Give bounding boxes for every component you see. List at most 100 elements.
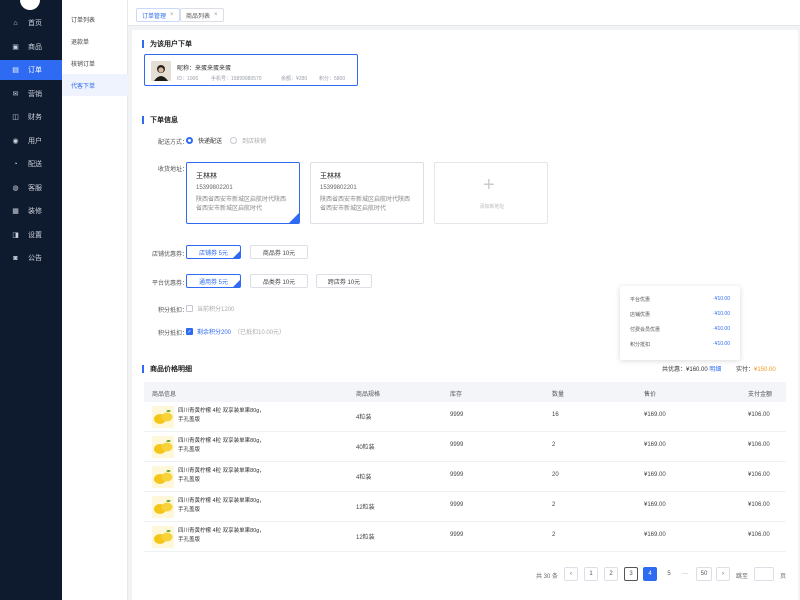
sidebar-item-7[interactable]: ◍ 客服 (0, 178, 62, 198)
submenu-item-verify[interactable]: 核销订单 (62, 52, 128, 74)
cell-spec: 4粒装 (356, 415, 372, 421)
radio-pickup[interactable]: 到店核销 (230, 136, 266, 145)
sidebar-item-1[interactable]: ▣ 商品 (0, 37, 62, 57)
settings-icon: ◨ (12, 231, 19, 239)
section-title-text: 为该用户下单 (150, 41, 192, 48)
points-checkbox[interactable]: 当前积分1200 (186, 304, 234, 313)
checkbox-hint: （已抵扣10.00元） (234, 330, 286, 336)
user-card[interactable]: 昵称：来蛋来蛋来蛋 ID：1006 手机号：15899980570 余额：¥28… (144, 54, 358, 86)
coupon-cross-store-10[interactable]: 跨店券 10元 (316, 274, 372, 288)
col-stock: 库存 (450, 392, 463, 398)
discount-detail-link[interactable]: 明细 (709, 367, 721, 373)
radio-dot (230, 137, 237, 144)
sidebar-item-5[interactable]: ◉ 用户 (0, 131, 62, 151)
section-title-order: 下单信息 (142, 115, 178, 125)
pagination-next[interactable]: › (716, 567, 730, 581)
home-icon: ⌂ (13, 19, 18, 27)
cell-pay: ¥106.00 (748, 412, 770, 418)
pagination-page-1[interactable]: 1 (584, 567, 598, 581)
pagination-ellipsis[interactable]: ··· (678, 567, 692, 581)
sidebar-item-label: 商品 (28, 43, 42, 51)
cell-price: ¥169.00 (644, 502, 666, 508)
coupon-goods-10[interactable]: 商品券 10元 (250, 245, 308, 259)
selected-corner-icon (233, 251, 240, 258)
address-card-2[interactable]: 王林林 15399802201 陕西省西安市新城区启航时代陕西 省西安市新城区启… (310, 162, 424, 224)
submenu: 订单列表 退款单 核销订单 代客下单 (62, 0, 128, 600)
points-pay-checkbox[interactable]: ✓ 剩余积分200 （已抵扣10.00元） (186, 327, 285, 336)
cell-pay: ¥106.00 (748, 532, 770, 538)
col-goods-info: 商品信息 (152, 392, 177, 398)
col-qty: 数量 (552, 392, 565, 398)
pagination-jump-input[interactable] (754, 567, 774, 581)
close-icon[interactable]: × (214, 12, 218, 18)
pagination-page-4[interactable]: 4 (643, 567, 657, 581)
app-root: ⌂ 首页 ▣ 商品 ▤ 订单 ✉ 营销 ◫ 财务 ◉ 用户 ◔ 配送 ◍ 客服 ▦ 装修 ◨ 设置 ◙ 公告 订单列表 退… (0, 0, 800, 600)
popover-row: 积分抵扣 -¥10.00 (630, 341, 730, 348)
sidebar-item-label: 设置 (28, 231, 42, 239)
address-line: 省西安市新城区启航时代 (196, 206, 263, 212)
selected-corner-icon (233, 280, 240, 287)
sidebar-item-3[interactable]: ✉ 营销 (0, 84, 62, 104)
address-name: 王林林 (196, 173, 217, 180)
table-row: 四川青黄柠檬 4粒 双享装单果80g， 手孔盖版 4粒装 9999 20 ¥169.00 ¥… (144, 462, 786, 492)
sidebar-item-9[interactable]: ◨ 设置 (0, 225, 62, 245)
submenu-item-proxy-order[interactable]: 代客下单 (62, 74, 128, 96)
product-name: 四川青黄柠檬 4粒 双享装单果80g， 手孔盖版 (178, 407, 298, 425)
add-address-button[interactable]: + 添加新地址 (434, 162, 548, 224)
coupon-general-5[interactable]: 通用券 5元 (186, 274, 241, 288)
cell-price: ¥169.00 (644, 472, 666, 478)
sidebar-item-label: 客服 (28, 184, 42, 192)
tab-goods-list[interactable]: 商品列表 × (180, 8, 224, 22)
delivery-icon: ◔ (13, 160, 18, 168)
col-spec: 商品规格 (356, 392, 381, 398)
section-title-text: 商品价格明细 (150, 366, 192, 373)
popover-key: 店铺优惠 (630, 312, 651, 318)
pagination-page-2[interactable]: 2 (604, 567, 618, 581)
cell-qty: 2 (552, 442, 556, 448)
submenu-item-order-list[interactable]: 订单列表 (62, 8, 128, 30)
cell-qty: 16 (552, 412, 559, 418)
address-card-1[interactable]: 王林林 15399802201 陕西省西安市新城区启航时代陕西 省西安市新城区启… (186, 162, 300, 224)
cell-stock: 9999 (450, 502, 464, 508)
product-name: 四川青黄柠檬 4粒 双享装单果80g， 手孔盖版 (178, 497, 298, 515)
store-coupon-label: 店铺优惠券： (151, 252, 188, 258)
finance-icon: ◫ (12, 114, 19, 121)
radio-express[interactable]: 快递配送 (186, 136, 222, 145)
sidebar-item-10[interactable]: ◙ 公告 (0, 248, 62, 268)
sidebar-item-6[interactable]: ◔ 配送 (0, 154, 62, 174)
sidebar-item-2[interactable]: ▤ 订单 (0, 60, 62, 80)
coupon-category-10[interactable]: 品类券 10元 (250, 274, 308, 288)
checkbox-label: 剩余积分200 (197, 330, 232, 336)
address-line: 陕西省西安市新城区启航时代陕西 (320, 197, 411, 203)
tab-order-manage[interactable]: 订单管理 × (136, 8, 180, 22)
check-icon: ✓ (186, 328, 193, 335)
cell-stock: 9999 (450, 442, 464, 448)
close-icon[interactable]: × (170, 12, 174, 18)
chip-label: 品类券 10元 (262, 279, 296, 286)
coupon-store-5[interactable]: 店铺券 5元 (186, 245, 241, 259)
address-line: 陕西省西安市新城区启航时代陕西 (196, 197, 287, 203)
pagination-page-last[interactable]: 50 (696, 567, 712, 581)
address-name: 王林林 (320, 173, 341, 180)
radio-dot (186, 137, 193, 144)
pagination-page-5[interactable]: 5 (662, 567, 676, 581)
sidebar-item-8[interactable]: ▦ 装修 (0, 201, 62, 221)
sidebar-item-4[interactable]: ◫ 财务 (0, 107, 62, 127)
sidebar-item-0[interactable]: ⌂ 首页 (0, 13, 62, 33)
product-name-line: 四川青黄柠檬 4粒 双享装单果80g， (178, 438, 265, 444)
paid-summary: 实付：¥150.00 (736, 364, 776, 373)
product-name-line: 手孔盖版 (178, 447, 201, 453)
submenu-item-refund[interactable]: 退款单 (62, 30, 128, 52)
tab-bar: 订单管理 × 商品列表 × (128, 0, 800, 26)
points-pay-label: 积分抵扣： (157, 331, 188, 337)
pagination-prev[interactable]: ‹ (564, 567, 578, 581)
sidebar: ⌂ 首页 ▣ 商品 ▤ 订单 ✉ 营销 ◫ 财务 ◉ 用户 ◔ 配送 ◍ 客服 ▦ 装修 ◨ 设置 ◙ 公告 (0, 0, 62, 600)
selected-corner-icon (289, 213, 299, 223)
popover-key: 付费会员优惠 (630, 327, 661, 333)
pagination-page-3[interactable]: 3 (624, 567, 638, 581)
product-name-line: 手孔盖版 (178, 507, 201, 513)
total-discount-value: ¥160.00 (686, 367, 708, 373)
add-address-text: 添加新地址 (479, 204, 505, 210)
marketing-icon: ✉ (12, 90, 19, 98)
order-icon: ▤ (12, 67, 19, 74)
